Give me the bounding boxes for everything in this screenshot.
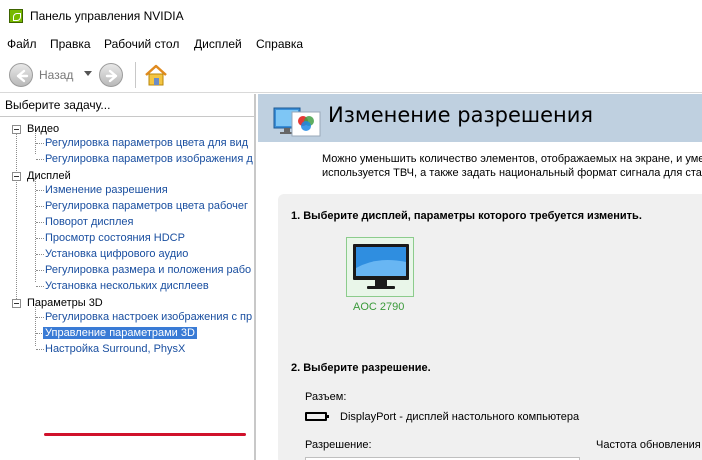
content-panel: Изменение разрешения Можно уменьшить кол…	[258, 94, 702, 460]
tree-line	[36, 222, 44, 223]
task-tree: Видео Регулировка параметров цвета для в…	[0, 116, 254, 460]
tree-line	[36, 159, 44, 160]
step-2-heading: 2. Выберите разрешение.	[291, 362, 431, 374]
menu-help[interactable]: Справка	[256, 37, 303, 51]
displayport-icon	[305, 412, 329, 421]
category-display[interactable]: Дисплей	[27, 170, 71, 182]
video-collapse-toggle[interactable]	[12, 125, 21, 134]
tree-line	[36, 190, 44, 191]
task-panel: Выберите задачу... Видео Регулировка пар…	[0, 94, 256, 460]
resolution-label: Разрешение:	[305, 439, 372, 451]
back-label[interactable]: Назад	[39, 68, 73, 82]
tree-line	[36, 317, 44, 318]
connector-label: Разъем:	[305, 391, 347, 403]
arrow-right-icon	[105, 69, 118, 83]
tree-item-desktop-size[interactable]: Регулировка размера и положения рабо	[45, 264, 251, 276]
monitor-icon	[353, 244, 409, 289]
tree-item-video-color[interactable]: Регулировка параметров цвета для вид	[45, 137, 248, 149]
arrow-left-icon	[16, 69, 29, 83]
tree-line	[36, 270, 44, 271]
display-collapse-toggle[interactable]	[12, 172, 21, 181]
tree-item-multiple-displays[interactable]: Установка нескольких дисплеев	[45, 280, 209, 292]
menu-edit[interactable]: Правка	[50, 37, 91, 51]
tree-line	[36, 238, 44, 239]
page-title: Изменение разрешения	[328, 103, 594, 127]
tree-line	[36, 206, 44, 207]
tree-line	[36, 143, 44, 144]
category-video[interactable]: Видео	[27, 123, 59, 135]
home-button[interactable]	[143, 62, 169, 88]
forward-button[interactable]	[99, 63, 123, 87]
tree-line	[36, 286, 44, 287]
history-dropdown-icon[interactable]	[84, 71, 92, 76]
nvidia-app-icon	[9, 9, 23, 23]
tree-line	[35, 177, 36, 282]
tree-line	[16, 131, 17, 303]
menu-desktop[interactable]: Рабочий стол	[104, 37, 179, 51]
tree-line	[36, 349, 44, 350]
tree-item-manage-3d-settings[interactable]: Управление параметрами 3D	[43, 327, 197, 339]
menu-bar: Файл Правка Рабочий стол Дисплей Справка	[0, 33, 702, 55]
connector-value: DisplayPort - дисплей настольного компью…	[340, 411, 580, 423]
category-3d-settings[interactable]: Параметры 3D	[27, 297, 103, 309]
tree-item-change-resolution[interactable]: Изменение разрешения	[45, 184, 168, 196]
menu-display[interactable]: Дисплей	[194, 37, 242, 51]
description-line-2: используется ТВЧ, а также задать национа…	[322, 167, 702, 179]
refresh-rate-label: Частота обновления	[596, 439, 701, 451]
tree-item-3d-image-settings[interactable]: Регулировка настроек изображения с пр	[45, 311, 252, 323]
task-label: Выберите задачу...	[5, 98, 111, 112]
toolbar-separator	[135, 62, 136, 88]
step-1-heading: 1. Выберите дисплей, параметры которого …	[291, 210, 642, 222]
3d-collapse-toggle[interactable]	[12, 299, 21, 308]
page-header: Изменение разрешения	[258, 94, 702, 142]
description-line-1: Можно уменьшить количество элементов, от…	[322, 153, 702, 165]
title-bar: Панель управления NVIDIA	[0, 0, 702, 32]
tree-item-rotate-display[interactable]: Поворот дисплея	[45, 216, 133, 228]
tree-item-desktop-color[interactable]: Регулировка параметров цвета рабочег	[45, 200, 248, 212]
back-button[interactable]	[9, 63, 33, 87]
annotation-underline	[44, 433, 246, 436]
window-title: Панель управления NVIDIA	[30, 9, 184, 23]
tree-item-surround-physx[interactable]: Настройка Surround, PhysX	[45, 343, 185, 355]
page-description: Можно уменьшить количество элементов, от…	[322, 152, 702, 180]
tree-item-video-image[interactable]: Регулировка параметров изображения д	[45, 153, 253, 165]
monitor-name[interactable]: AOC 2790	[353, 301, 404, 313]
tree-line	[35, 305, 36, 346]
display-settings-icon	[273, 107, 321, 137]
tree-line	[36, 254, 44, 255]
tree-item-hdcp-status[interactable]: Просмотр состояния HDCP	[45, 232, 185, 244]
menu-file[interactable]: Файл	[7, 37, 37, 51]
home-icon	[145, 64, 167, 86]
tree-item-digital-audio[interactable]: Установка цифрового аудио	[45, 248, 188, 260]
toolbar: Назад	[0, 55, 702, 93]
display-selector-aoc[interactable]	[346, 237, 414, 297]
